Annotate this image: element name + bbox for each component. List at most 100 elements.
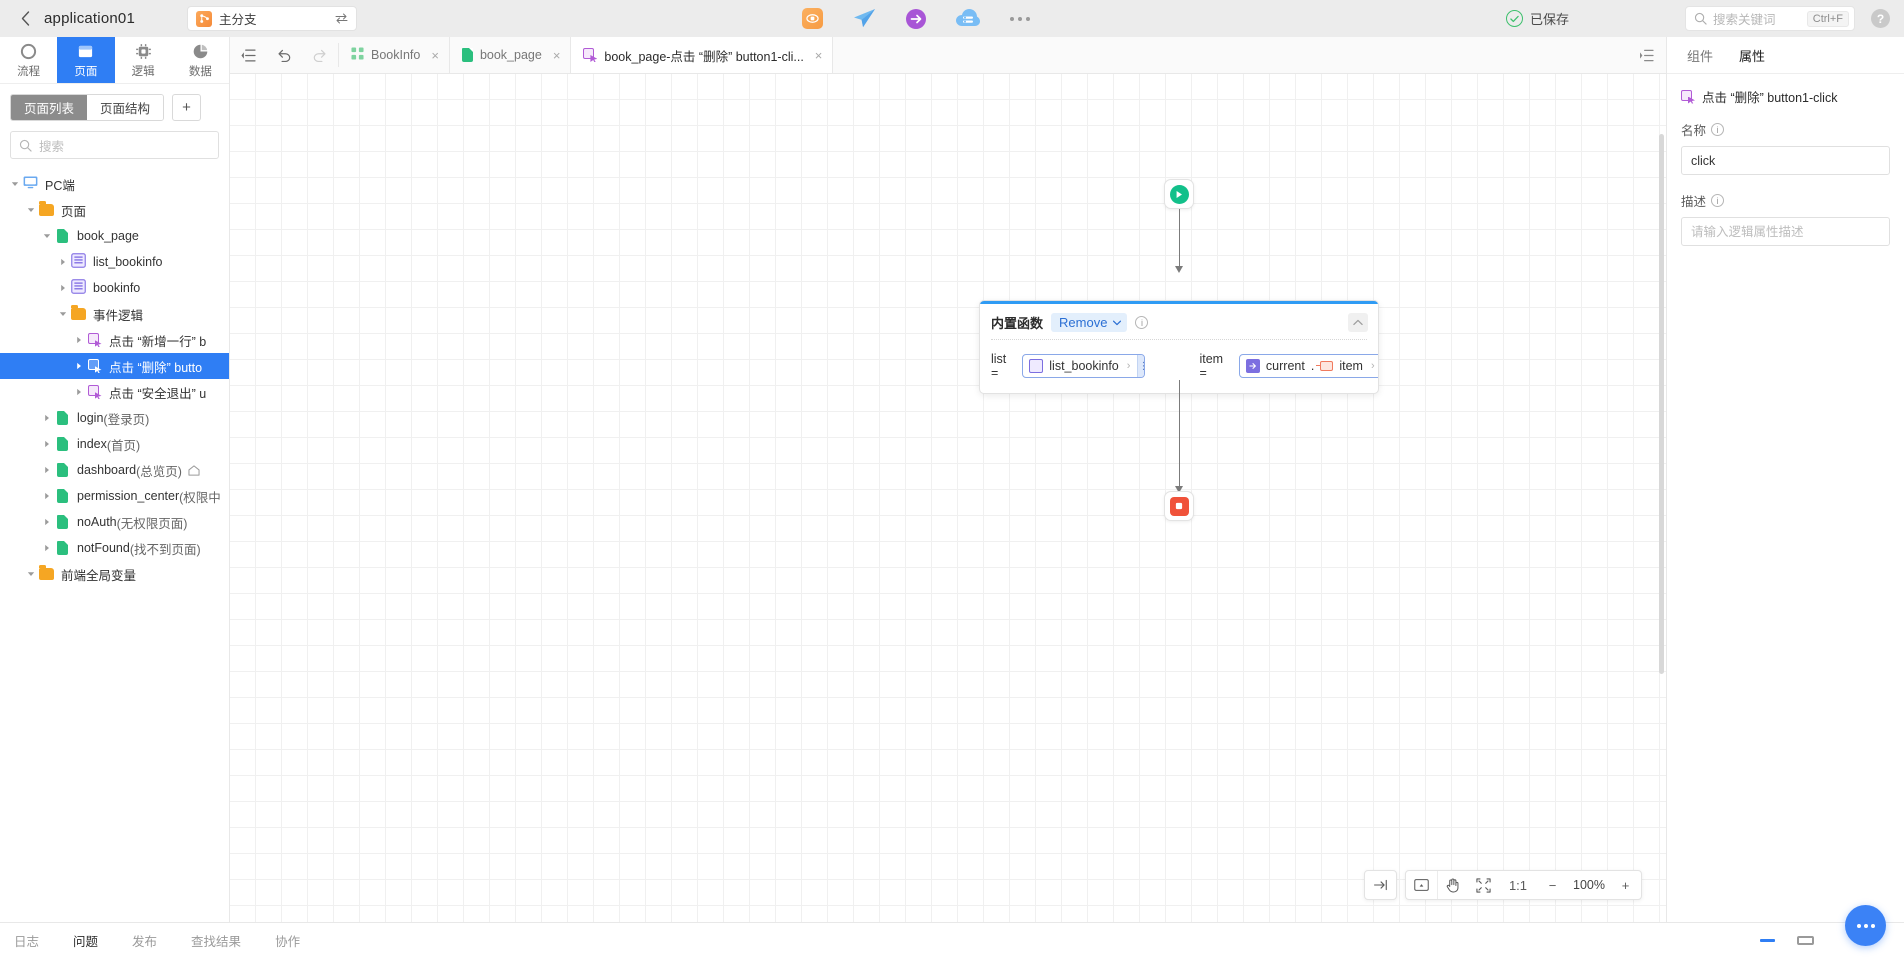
mode-tab-flow[interactable]: 流程 bbox=[0, 37, 57, 83]
tree-item[interactable]: 点击 “删除” butto bbox=[0, 353, 229, 379]
chevron-right-icon[interactable] bbox=[40, 518, 54, 526]
tree-item[interactable]: 点击 “新增一行” b bbox=[0, 327, 229, 353]
chevron-down-icon[interactable] bbox=[8, 181, 22, 187]
editor-tab-book-page[interactable]: book_page × bbox=[449, 37, 572, 73]
chevron-down-icon[interactable] bbox=[56, 311, 70, 317]
param-item-token-current: current bbox=[1265, 359, 1305, 373]
name-input[interactable] bbox=[1681, 146, 1890, 175]
segment-page-list[interactable]: 页面列表 bbox=[11, 95, 88, 120]
bottom-tab-problem[interactable]: 问题 bbox=[73, 931, 98, 950]
branch-selector[interactable]: 主分支 bbox=[187, 6, 358, 31]
flow-canvas[interactable]: 内置函数 Remove i list = list_bookinfo › ite… bbox=[230, 74, 1666, 922]
event-icon bbox=[583, 48, 598, 62]
zoom-out-button[interactable]: − bbox=[1537, 871, 1568, 899]
fit-view-button[interactable] bbox=[1468, 871, 1499, 899]
minimap-button[interactable] bbox=[1406, 871, 1437, 899]
chevron-right-icon[interactable] bbox=[72, 388, 86, 396]
description-input[interactable] bbox=[1681, 217, 1890, 246]
param-item-token-dot: . bbox=[1310, 359, 1315, 373]
tree-item[interactable]: notFound (找不到页面) bbox=[0, 535, 229, 561]
deploy-icon[interactable] bbox=[904, 7, 928, 31]
more-icon[interactable] bbox=[1008, 7, 1032, 31]
chevron-down-icon[interactable] bbox=[24, 207, 38, 213]
info-icon[interactable]: i bbox=[1711, 123, 1725, 136]
event-icon bbox=[87, 385, 102, 399]
start-node[interactable] bbox=[1164, 179, 1194, 209]
mode-tab-data[interactable]: 数据 bbox=[172, 37, 229, 83]
undo-icon[interactable] bbox=[266, 37, 302, 73]
chevron-down-icon[interactable] bbox=[24, 571, 38, 577]
zoom-level[interactable]: 100% bbox=[1568, 878, 1610, 892]
editor-tab-click-delete[interactable]: book_page-点击 “删除” button1-cli... × bbox=[571, 37, 834, 73]
tab-component[interactable]: 组件 bbox=[1687, 46, 1713, 65]
tree-search-input[interactable]: 搜索 bbox=[10, 131, 219, 159]
swap-icon[interactable] bbox=[335, 13, 348, 24]
info-icon[interactable]: i bbox=[1135, 316, 1149, 329]
close-icon[interactable]: × bbox=[431, 48, 439, 63]
tree-item[interactable]: dashboard (总览页) bbox=[0, 457, 229, 483]
back-button[interactable] bbox=[14, 8, 36, 30]
actual-size-button[interactable]: 1:1 bbox=[1499, 871, 1537, 899]
bottom-tab-publish[interactable]: 发布 bbox=[132, 931, 157, 950]
chevron-right-icon[interactable] bbox=[40, 440, 54, 448]
param-item-chip[interactable]: current . item › ⋮ bbox=[1238, 354, 1378, 378]
restore-window-button[interactable] bbox=[1797, 936, 1814, 945]
collapse-sidebar-icon[interactable] bbox=[230, 37, 266, 73]
tree-item[interactable]: list_bookinfo bbox=[0, 249, 229, 275]
chevron-down-icon[interactable] bbox=[40, 233, 54, 239]
preview-icon[interactable] bbox=[800, 7, 824, 31]
tree-item-label: login bbox=[77, 411, 104, 425]
help-icon[interactable]: ? bbox=[1871, 9, 1890, 28]
chat-bubble-button[interactable] bbox=[1845, 905, 1886, 946]
chevron-right-icon[interactable] bbox=[40, 544, 54, 552]
bottom-tab-find[interactable]: 查找结果 bbox=[191, 931, 241, 950]
chevron-right-icon[interactable] bbox=[40, 414, 54, 422]
redo-icon[interactable] bbox=[302, 37, 338, 73]
tree-item[interactable]: login (登录页) bbox=[0, 405, 229, 431]
function-name-select[interactable]: Remove bbox=[1051, 313, 1128, 332]
segment-page-structure[interactable]: 页面结构 bbox=[87, 95, 164, 120]
tree-item[interactable]: book_page bbox=[0, 223, 229, 249]
chat-icon bbox=[1856, 923, 1875, 928]
tree-item[interactable]: 点击 “安全退出” u bbox=[0, 379, 229, 405]
mode-tab-page[interactable]: 页面 bbox=[57, 37, 115, 83]
editor-tab-bookinfo[interactable]: BookInfo × bbox=[339, 37, 450, 73]
chevron-right-icon[interactable] bbox=[40, 466, 54, 474]
close-icon[interactable]: × bbox=[553, 48, 561, 63]
end-node[interactable] bbox=[1164, 491, 1194, 521]
add-page-button[interactable]: + bbox=[172, 94, 202, 121]
chevron-right-icon[interactable] bbox=[40, 492, 54, 500]
tree-item[interactable]: 页面 bbox=[0, 197, 229, 223]
send-icon[interactable] bbox=[852, 7, 876, 31]
arrowhead-icon bbox=[1174, 266, 1183, 273]
search-input[interactable]: 搜索关键词 Ctrl+F bbox=[1685, 6, 1855, 31]
tree-item[interactable]: 前端全局变量 bbox=[0, 561, 229, 587]
zoom-in-button[interactable]: + bbox=[1610, 871, 1641, 899]
chevron-right-icon[interactable] bbox=[72, 362, 86, 370]
param-list-menu[interactable]: ⋮ bbox=[1137, 355, 1145, 377]
pan-hand-button[interactable] bbox=[1437, 871, 1468, 899]
chevron-right-icon[interactable] bbox=[56, 258, 70, 266]
expand-right-panel-icon[interactable] bbox=[1626, 37, 1666, 73]
param-list-chip[interactable]: list_bookinfo › ⋮ bbox=[1022, 354, 1146, 378]
node-collapse-button[interactable] bbox=[1348, 313, 1368, 332]
tree-item[interactable]: bookinfo bbox=[0, 275, 229, 301]
info-icon[interactable]: i bbox=[1711, 194, 1725, 207]
minimize-button[interactable] bbox=[1760, 939, 1775, 942]
bottom-tab-collab[interactable]: 协作 bbox=[275, 931, 300, 950]
close-icon[interactable]: × bbox=[815, 48, 823, 63]
tree-item[interactable]: permission_center (权限中 bbox=[0, 483, 229, 509]
expand-panel-button[interactable] bbox=[1365, 871, 1396, 899]
bottom-tab-log[interactable]: 日志 bbox=[14, 931, 39, 950]
cloud-icon[interactable] bbox=[956, 7, 980, 31]
tab-property[interactable]: 属性 bbox=[1739, 46, 1765, 65]
tree-item[interactable]: 事件逻辑 bbox=[0, 301, 229, 327]
tree-item[interactable]: index (首页) bbox=[0, 431, 229, 457]
search-shortcut: Ctrl+F bbox=[1806, 10, 1849, 27]
canvas-scrollbar[interactable] bbox=[1659, 134, 1664, 674]
tree-item[interactable]: noAuth (无权限页面) bbox=[0, 509, 229, 535]
mode-tab-logic[interactable]: 逻辑 bbox=[115, 37, 172, 83]
chevron-right-icon[interactable] bbox=[56, 284, 70, 292]
tree-item[interactable]: PC端 bbox=[0, 171, 229, 197]
chevron-right-icon[interactable] bbox=[72, 336, 86, 344]
